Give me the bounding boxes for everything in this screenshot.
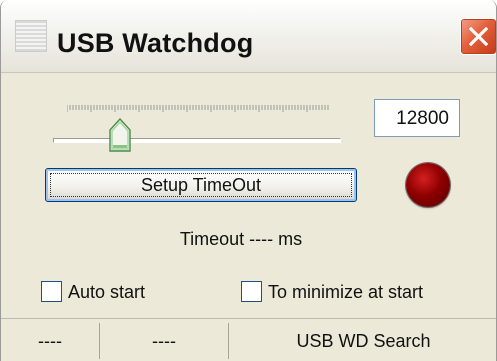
title-bar[interactable]: USB Watchdog [1, 0, 496, 73]
checkbox-box[interactable] [241, 281, 262, 302]
app-icon [15, 20, 47, 52]
focus-rect [50, 173, 352, 197]
slider-ticks [67, 105, 329, 112]
window-title: USB Watchdog [57, 28, 254, 58]
minimize-at-start-label: To minimize at start [268, 282, 424, 302]
slider-track [53, 138, 341, 143]
auto-start-checkbox[interactable]: Auto start [41, 279, 191, 307]
status-panel-3: USB WD Search [228, 323, 496, 359]
slider-thumb[interactable] [109, 118, 131, 152]
auto-start-label: Auto start [68, 282, 146, 302]
status-bar: ---- ---- USB WD Search [1, 318, 496, 361]
timeout-slider[interactable] [53, 98, 341, 158]
close-icon [469, 27, 488, 46]
status-panel-2: ---- [99, 323, 228, 359]
timeout-value-field[interactable]: 12800 [374, 99, 460, 137]
client-area: 12800 Setup TimeOut Timeout ---- ms Auto… [1, 73, 496, 361]
status-led-indicator [406, 163, 450, 207]
checkbox-box[interactable] [41, 281, 62, 302]
status-panel-1: ---- [38, 331, 62, 351]
setup-timeout-button[interactable]: Setup TimeOut [45, 168, 357, 202]
timeout-status-text: Timeout ---- ms [179, 229, 303, 249]
close-button[interactable] [460, 18, 496, 55]
minimize-at-start-checkbox[interactable]: To minimize at start [241, 279, 471, 307]
usb-watchdog-window: USB Watchdog 12800 Setup TimeOut Timeout… [0, 0, 497, 361]
